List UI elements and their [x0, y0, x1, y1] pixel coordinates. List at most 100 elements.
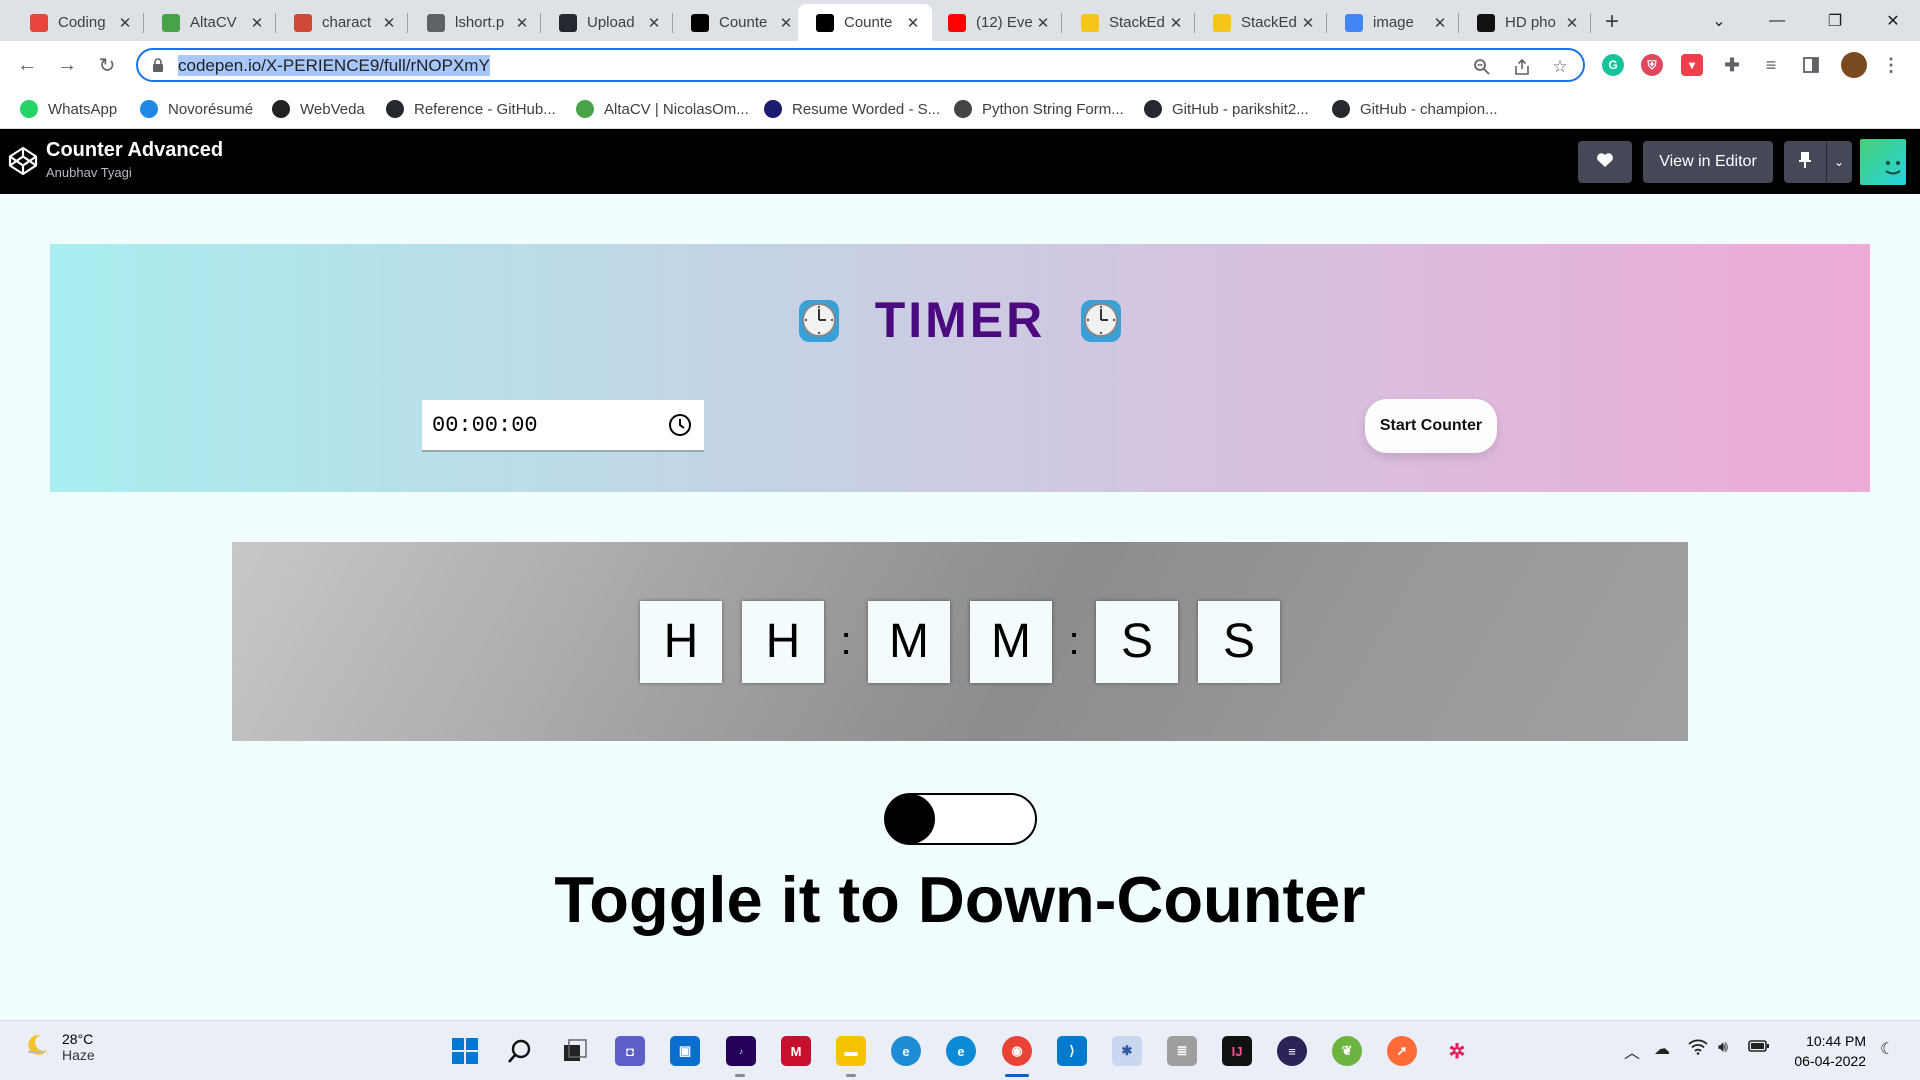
close-tab-icon[interactable]: ✕ — [777, 14, 795, 32]
share-icon[interactable] — [1512, 57, 1532, 77]
codepen-favicon — [816, 13, 834, 32]
address-bar[interactable]: codepen.io/X-PERIENCE9/full/rNOPXmY ☆ — [136, 48, 1585, 82]
close-tab-icon[interactable]: ✕ — [1431, 14, 1449, 32]
close-window-icon[interactable]: ✕ — [1864, 0, 1920, 41]
codepen-logo-icon[interactable] — [8, 146, 38, 181]
toggle-knob[interactable] — [885, 794, 935, 844]
file-explorer-icon[interactable]: ▬ — [836, 1036, 866, 1066]
close-tab-icon[interactable]: ✕ — [116, 14, 134, 32]
photos-app-icon[interactable]: ▣ — [670, 1036, 700, 1066]
browser-tab[interactable]: image ✕ — [1327, 4, 1459, 41]
bookmark-item[interactable]: Novorésumé — [140, 89, 253, 129]
heart-button[interactable] — [1578, 141, 1632, 183]
task-view-icon[interactable] — [560, 1036, 590, 1066]
reload-icon[interactable]: ↻ — [94, 52, 120, 78]
media-queue-icon[interactable]: ≡ — [1760, 54, 1782, 76]
forward-icon[interactable]: → — [54, 52, 80, 78]
side-panel-icon[interactable] — [1800, 54, 1822, 76]
close-tab-icon[interactable]: ✕ — [248, 14, 266, 32]
close-tab-icon[interactable]: ✕ — [513, 14, 531, 32]
amazon-music-icon[interactable]: ♪ — [726, 1036, 756, 1066]
bookmark-item[interactable]: GitHub - champion... — [1332, 89, 1498, 129]
bookmark-label: WebVeda — [300, 100, 365, 118]
bookmark-item[interactable]: Resume Worded - S... — [764, 89, 940, 129]
intellij-icon[interactable]: IJ — [1222, 1036, 1252, 1066]
minimize-icon[interactable]: — — [1748, 0, 1806, 41]
close-tab-icon[interactable]: ✕ — [1299, 14, 1317, 32]
restore-icon[interactable]: ❐ — [1806, 0, 1864, 41]
battery-icon[interactable] — [1748, 1039, 1770, 1058]
bookmark-item[interactable]: AltaCV | NicolasOm... — [576, 89, 749, 129]
close-tab-icon[interactable]: ✕ — [904, 14, 922, 32]
chrome-icon[interactable]: ◉ — [1002, 1036, 1032, 1066]
close-tab-icon[interactable]: ✕ — [380, 14, 398, 32]
menu-kebab-icon[interactable]: ⋮ — [1880, 54, 1902, 76]
wifi-icon[interactable] — [1688, 1039, 1708, 1060]
url-text[interactable]: codepen.io/X-PERIENCE9/full/rNOPXmY — [178, 55, 490, 76]
browser-tab[interactable]: charact ✕ — [276, 4, 408, 41]
user-avatar[interactable] — [1860, 139, 1906, 185]
windows-start-icon[interactable] — [450, 1036, 480, 1066]
time-input-value[interactable]: 00:00:00 — [432, 413, 538, 438]
browser-tab[interactable]: StackEd ✕ — [1063, 4, 1195, 41]
start-counter-button[interactable]: Start Counter — [1365, 399, 1497, 453]
browser-tab[interactable]: (12) Eve ✕ — [930, 4, 1062, 41]
bookmark-item[interactable]: WhatsApp — [20, 89, 117, 129]
clock-icon[interactable] — [668, 413, 692, 442]
pen-author[interactable]: Anubhav Tyagi — [46, 165, 132, 180]
pin-button[interactable]: ⌄ — [1784, 141, 1852, 183]
browser-tab[interactable]: Coding ✕ — [12, 4, 144, 41]
counter-display: H H : M M : S S — [232, 542, 1688, 741]
close-tab-icon[interactable]: ✕ — [645, 14, 663, 32]
profile-avatar-icon[interactable] — [1841, 52, 1867, 78]
weather-widget[interactable]: 28°C Haze — [24, 1031, 95, 1063]
vscode-icon[interactable]: ⟩ — [1057, 1036, 1087, 1066]
back-icon[interactable]: ← — [14, 52, 40, 78]
snowflake-app-icon[interactable]: ✱ — [1112, 1036, 1142, 1066]
eclipse-icon[interactable]: ≡ — [1277, 1036, 1307, 1066]
browser-tab[interactable]: AltaCV ✕ — [144, 4, 276, 41]
show-hidden-icons-chevron[interactable]: ︿ — [1624, 1039, 1640, 1063]
extensions-puzzle-icon[interactable]: ✚ — [1721, 54, 1743, 76]
volume-icon[interactable]: 🔊︎ — [1718, 1039, 1728, 1057]
bookmark-item[interactable]: WebVeda — [272, 89, 365, 129]
shield-extension-icon[interactable]: ⛨ — [1641, 54, 1663, 76]
spring-tools-icon[interactable]: ❦ — [1332, 1036, 1362, 1066]
pin-dropdown-chevron-icon[interactable]: ⌄ — [1834, 155, 1844, 169]
bookmark-item[interactable]: GitHub - parikshit2... — [1144, 89, 1309, 129]
google-favicon — [1345, 13, 1363, 32]
browser-tab[interactable]: lshort.p ✕ — [409, 4, 541, 41]
browser-tab[interactable]: Counte ✕ — [673, 4, 805, 41]
new-tab-button[interactable]: + — [1598, 8, 1626, 36]
browser-tab[interactable]: Upload ✕ — [541, 4, 673, 41]
edge-beta-icon[interactable]: e — [891, 1036, 921, 1066]
postman-icon[interactable]: ➚ — [1387, 1036, 1417, 1066]
pocket-extension-icon[interactable]: ▾ — [1681, 54, 1703, 76]
slack-icon[interactable]: ✲ — [1442, 1036, 1472, 1066]
whatsapp-icon — [20, 100, 38, 118]
browser-tab[interactable]: Counte ✕ — [798, 4, 932, 41]
close-tab-icon[interactable]: ✕ — [1034, 14, 1052, 32]
mcafee-icon[interactable]: M — [781, 1036, 811, 1066]
onedrive-cloud-icon[interactable]: ☁ — [1654, 1039, 1670, 1059]
codepen-favicon — [691, 13, 709, 32]
database-icon[interactable]: ≣ — [1167, 1036, 1197, 1066]
taskbar-clock[interactable]: 10:44 PM 06-04-2022 — [1784, 1031, 1866, 1071]
zoom-icon[interactable] — [1472, 57, 1492, 77]
teams-chat-icon[interactable]: ◘ — [615, 1036, 645, 1066]
tab-search-chevron-icon[interactable]: ⌄ — [1690, 0, 1748, 41]
time-input[interactable]: 00:00:00 — [422, 400, 704, 452]
down-counter-toggle[interactable] — [884, 793, 1037, 845]
search-icon[interactable] — [505, 1036, 535, 1066]
edge-icon[interactable]: e — [946, 1036, 976, 1066]
bookmark-item[interactable]: Python String Form... — [954, 89, 1124, 129]
bookmark-item[interactable]: Reference - GitHub... — [386, 89, 556, 129]
close-tab-icon[interactable]: ✕ — [1167, 14, 1185, 32]
browser-tab[interactable]: StackEd ✕ — [1195, 4, 1327, 41]
grammarly-extension-icon[interactable]: G — [1602, 54, 1624, 76]
bookmark-star-icon[interactable]: ☆ — [1550, 57, 1570, 77]
browser-tab[interactable]: HD pho ✕ — [1459, 4, 1591, 41]
notifications-moon-icon[interactable]: ☾ — [1880, 1039, 1894, 1059]
view-in-editor-button[interactable]: View in Editor — [1643, 141, 1773, 183]
close-tab-icon[interactable]: ✕ — [1563, 14, 1581, 32]
